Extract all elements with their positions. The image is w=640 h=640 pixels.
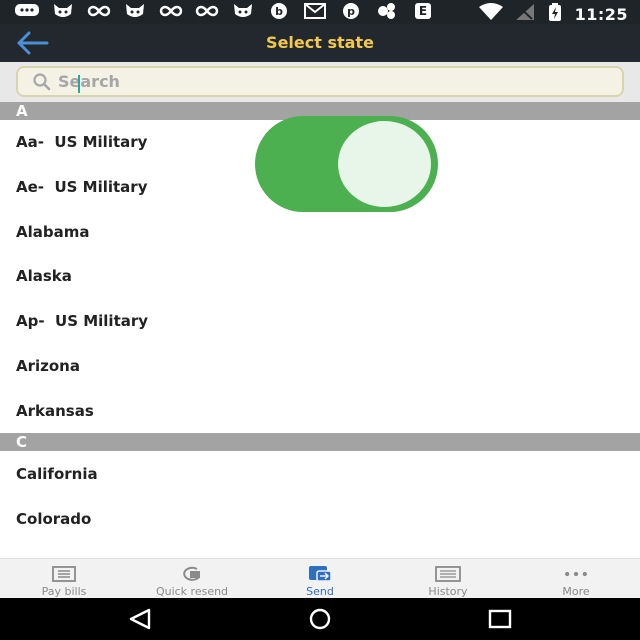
- nav-history[interactable]: History: [384, 559, 512, 598]
- chat-icon: [14, 2, 40, 20]
- app-bar: Select state: [0, 24, 640, 62]
- search-box[interactable]: [16, 66, 624, 97]
- search-input[interactable]: [58, 72, 598, 91]
- section-header-c: C: [0, 433, 640, 451]
- list-item[interactable]: Arizona: [0, 344, 640, 388]
- resend-icon: [177, 565, 207, 583]
- cat-icon: [50, 2, 76, 20]
- list-item[interactable]: Ap- US Military: [0, 299, 640, 343]
- status-time: 11:25: [574, 5, 628, 24]
- triangle-back-icon: [129, 608, 151, 630]
- search-bar: [0, 62, 640, 102]
- system-home-button[interactable]: [305, 608, 335, 630]
- list-item[interactable]: Arkansas: [0, 389, 640, 433]
- list-item[interactable]: California: [0, 452, 640, 496]
- cat-icon: [122, 2, 148, 20]
- system-recents-button[interactable]: [485, 608, 515, 630]
- svg-text:E: E: [419, 4, 427, 18]
- system-nav-bar: [0, 598, 640, 640]
- clover-icon: [374, 2, 400, 20]
- list-item[interactable]: Colorado: [0, 497, 640, 541]
- nav-label: More: [562, 585, 590, 598]
- b-icon: b: [266, 2, 292, 20]
- notification-icons: b p E: [14, 2, 436, 20]
- nav-label: History: [428, 585, 468, 598]
- mail-icon: [302, 2, 328, 20]
- nav-pay-bills[interactable]: Pay bills: [0, 559, 128, 598]
- infinity-icon: [86, 2, 112, 20]
- nav-label: Quick resend: [155, 585, 229, 598]
- list-item[interactable]: Alabama: [0, 210, 640, 254]
- status-bar: b p E 11:25: [0, 0, 640, 24]
- svg-text:p: p: [347, 5, 355, 18]
- nav-label: Pay bills: [41, 585, 87, 598]
- square-recents-icon: [488, 609, 512, 629]
- circle-home-icon: [309, 608, 331, 630]
- bill-icon: [49, 565, 79, 583]
- svg-text:b: b: [275, 5, 283, 18]
- wifi-icon: [478, 3, 503, 26]
- system-back-button[interactable]: [125, 608, 155, 630]
- more-dots-icon: [561, 565, 591, 583]
- infinity-icon: [158, 2, 184, 20]
- toggle-switch[interactable]: [255, 116, 438, 212]
- no-signal-icon: [515, 3, 535, 26]
- history-icon: [433, 565, 463, 583]
- cat-icon: [230, 2, 256, 20]
- pinterest-icon: p: [338, 2, 364, 20]
- bottom-nav: Pay bills Quick resend Send History More: [0, 558, 640, 598]
- infinity-icon: [194, 2, 220, 20]
- list-item[interactable]: Alaska: [0, 254, 640, 298]
- e-icon: E: [410, 2, 436, 20]
- nav-quick-resend[interactable]: Quick resend: [128, 559, 256, 598]
- search-icon: [33, 72, 51, 90]
- send-icon: [305, 565, 335, 583]
- nav-more[interactable]: More: [512, 559, 640, 598]
- text-caret: [78, 75, 80, 93]
- nav-label: Send: [306, 585, 334, 598]
- toggle-knob: [338, 121, 431, 207]
- nav-send[interactable]: Send: [256, 559, 384, 598]
- page-title: Select state: [266, 33, 374, 52]
